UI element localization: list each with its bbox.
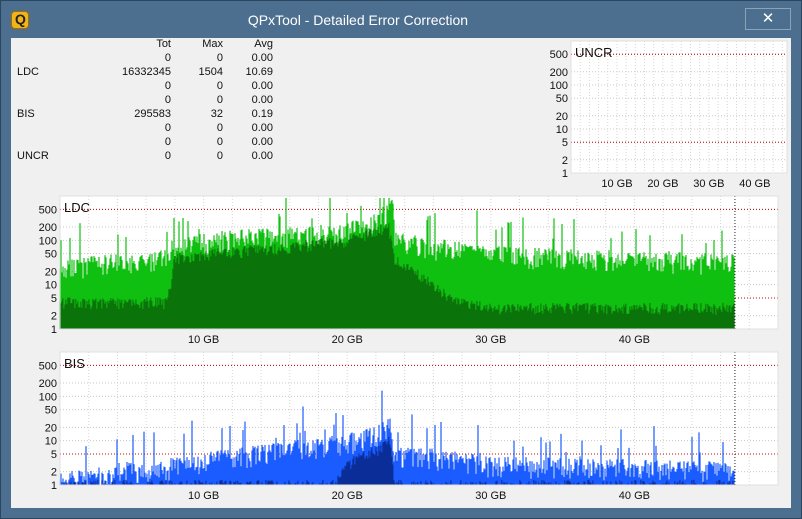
x-tick-label: 40 GB xyxy=(619,490,650,502)
charts-canvas: 50020010050201052110 GB 20 GB 30 GB 40 GBUN… xyxy=(39,40,788,502)
chart-title: UNCR xyxy=(575,45,613,60)
x-tick-label: 30 GB xyxy=(475,334,506,346)
y-tick-label: 5 xyxy=(562,137,568,149)
y-tick-label: 100 xyxy=(550,80,568,92)
y-tick-label: 200 xyxy=(39,378,57,390)
y-tick-label: 50 xyxy=(45,249,57,261)
y-tick-label: 1 xyxy=(562,168,568,180)
y-tick-label: 2 xyxy=(562,155,568,167)
y-tick-label: 10 xyxy=(45,280,57,292)
y-tick-label: 500 xyxy=(39,360,57,372)
y-tick-label: 500 xyxy=(39,204,57,216)
y-tick-label: 2 xyxy=(51,311,57,323)
y-tick-label: 100 xyxy=(39,391,57,403)
x-tick-label: 20 GB xyxy=(332,334,363,346)
window-title: QPxTool - Detailed Error Correction xyxy=(247,12,469,28)
client-area: Tot Max Avg 0 0 0.00 LDC 16332345 1504 10.69 0 0… xyxy=(11,38,791,508)
x-tick-label: 10 GB xyxy=(188,334,219,346)
y-tick-label: 2 xyxy=(51,467,57,479)
y-tick-label: 1 xyxy=(51,480,57,492)
x-tick-label: 30 GB xyxy=(475,490,506,502)
y-tick-label: 20 xyxy=(45,422,57,434)
y-tick-label: 10 xyxy=(556,124,568,136)
bis-chart: 500 200100 50 20 105 21 10 GB 20 GB 30 GB 40 GB BI… xyxy=(39,351,779,502)
x-tick-label: 20 GB xyxy=(647,178,678,190)
x-tick-label: 20 GB xyxy=(332,490,363,502)
y-tick-label: 5 xyxy=(51,449,57,461)
qpxtool-window: Q QPxTool - Detailed Error Correction ✕ … xyxy=(0,0,802,519)
x-tick-label: 10 GB xyxy=(601,178,632,190)
y-tick-label: 500 xyxy=(550,49,568,61)
y-tick-label: 200 xyxy=(39,222,57,234)
y-tick-label: 20 xyxy=(45,266,57,278)
x-tick-label: 40 GB xyxy=(739,178,770,190)
uncr-chart: 500 20010050 20105 21 10 GB 20 GB 30 GB 40 GB UN… xyxy=(550,40,788,190)
x-tick-label: 30 GB xyxy=(693,178,724,190)
y-tick-label: 1 xyxy=(51,324,57,336)
y-tick-label: 50 xyxy=(556,93,568,105)
y-tick-label: 5 xyxy=(51,293,57,305)
chart-title: BIS xyxy=(64,356,85,371)
chart-title: LDC xyxy=(64,200,90,215)
y-tick-label: 50 xyxy=(45,405,57,417)
y-tick-label: 10 xyxy=(45,436,57,448)
close-button[interactable]: ✕ xyxy=(745,8,791,30)
x-tick-label: 40 GB xyxy=(619,334,650,346)
ldc-chart: 500 200100 50 20 105 21 10 GB 20 GB 30 GB 40 GB LD… xyxy=(39,195,779,346)
y-tick-label: 20 xyxy=(556,111,568,123)
y-tick-label: 100 xyxy=(39,235,57,247)
y-tick-label: 200 xyxy=(550,67,568,79)
x-tick-label: 10 GB xyxy=(188,490,219,502)
title-bar[interactable]: Q QPxTool - Detailed Error Correction ✕ xyxy=(1,1,801,38)
